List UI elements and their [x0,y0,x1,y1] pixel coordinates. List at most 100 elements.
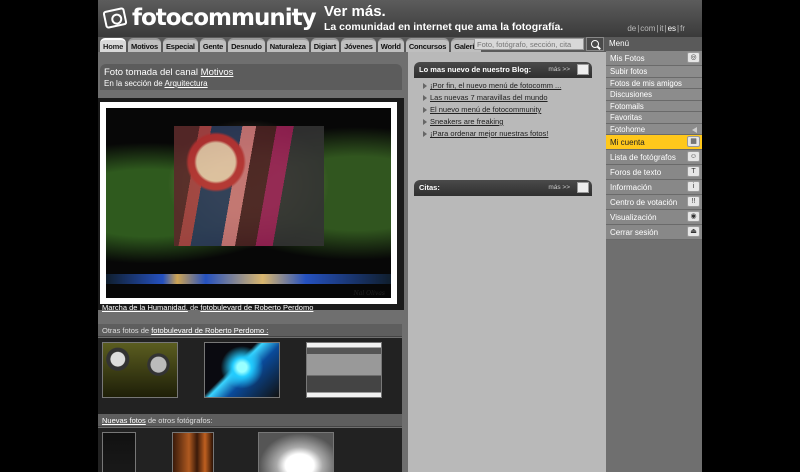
tab-concursos[interactable]: Concursos [405,38,450,52]
menu-title: Menú [606,37,702,51]
new-photos-link[interactable]: Nuevas fotos [102,416,146,425]
slogan-title: Ver más. [324,3,386,20]
left-column: Foto tomada del canal Motivos En la secc… [98,62,404,472]
lang-fr[interactable]: fr [680,24,685,33]
blog-item-link[interactable]: El nuevo menú de fotocommunity [430,105,541,114]
blog-icon[interactable] [577,64,589,75]
eye-icon: ◉ [687,211,700,222]
blog-item-link[interactable]: Sneakers are freaking [430,117,503,126]
mural [174,126,324,246]
grid-icon: ▦ [687,136,700,147]
menu-fotohome[interactable]: Fotohome [606,123,702,135]
lang-it[interactable]: it [660,24,664,33]
blog-more-link[interactable]: más >> [548,66,570,73]
tab-desnudo[interactable]: Desnudo [228,38,265,52]
fotocommunity-logo[interactable]: fotocommunity [102,3,317,33]
side-menu: Menú Mis Fotos ◎ Subir fotos Fotos de mi… [606,37,702,472]
featured-photo-area: Nal Olivas [98,98,404,310]
section-prefix: En la sección de [104,79,165,88]
photo-caption: Marcha de la Humanidad. de fotobulevard … [102,303,313,312]
other-photo-thumbnail[interactable] [204,342,280,398]
tab-motivos[interactable]: Motivos [128,38,161,52]
blog-list: ¡Por fin, el nuevo menú de fotocomm ... … [422,80,598,140]
blog-item: Sneakers are freaking [422,116,598,128]
citas-more-link[interactable]: más >> [548,184,570,191]
blog-item-link[interactable]: Las nuevas 7 maravillas del mundo [430,93,548,102]
menu-lista-fotografos[interactable]: Lista de fotógrafos ☺ [606,150,702,165]
channel-line: Foto tomada del canal Motivos [104,67,398,78]
lang-com[interactable]: com [640,24,655,33]
other-photos-prefix: Otras fotos de [102,326,152,335]
menu-mi-cuenta[interactable]: Mi cuenta ▦ [606,135,702,150]
blog-item: ¡Para ordenar mejor nuestras fotos! [422,128,598,140]
exclamation-icon: !! [687,196,700,207]
other-photos-strip [98,338,402,414]
menu-fotomails[interactable]: Fotomails [606,100,702,112]
blog-item: El nuevo menú de fotocommunity [422,104,598,116]
search-input[interactable] [474,38,584,50]
photo-title-link[interactable]: Marcha de la Humanidad. [102,303,188,312]
menu-visualizacion[interactable]: Visualización ◉ [606,210,702,225]
menu-cerrar-sesion[interactable]: Cerrar sesión ⏏ [606,225,702,240]
other-photos-header: Otras fotos de fotobulevard de Roberto P… [98,324,402,337]
menu-mis-fotos-label: Mis Fotos [610,54,645,63]
blog-item: ¡Por fin, el nuevo menú de fotocomm ... [422,80,598,92]
featured-photo-image: Nal Olivas [106,108,391,298]
menu-foros-label: Foros de texto [610,168,662,177]
menu-centro-votacion[interactable]: Centro de votación !! [606,195,702,210]
new-photo-thumbnail[interactable] [258,432,334,472]
other-photo-thumbnail[interactable] [102,342,178,398]
eject-icon: ⏏ [687,226,700,237]
blog-item-link[interactable]: ¡Por fin, el nuevo menú de fotocomm ... [430,81,561,90]
search-button[interactable] [586,37,604,51]
blog-header: Lo mas nuevo de nuestro Blog: más >> [414,62,592,78]
tab-gente[interactable]: Gente [199,38,227,52]
other-photos-author-link[interactable]: fotobulevard de Roberto Perdomo : [151,326,268,335]
camera-icon: ◎ [687,52,700,63]
blog-item: Las nuevas 7 maravillas del mundo [422,92,598,104]
menu-mis-fotos[interactable]: Mis Fotos ◎ [606,51,702,66]
featured-photo[interactable]: Nal Olivas [100,102,397,304]
menu-mi-cuenta-label: Mi cuenta [610,138,645,147]
menu-favoritas[interactable]: Favoritas [606,112,702,124]
blog-title: Lo mas nuevo de nuestro Blog: [419,65,532,74]
tab-naturaleza[interactable]: Naturaleza [266,38,309,52]
photo-signature: Nal Olivas [353,290,385,297]
header: fotocommunity Ver más. La comunidad en i… [98,0,702,37]
citas-header: Citas: más >> [414,180,592,196]
tab-jovenes[interactable]: Jóvenes [341,38,376,52]
tab-digiart[interactable]: Digiart [310,38,340,52]
menu-fotos-amigos[interactable]: Fotos de mis amigos [606,77,702,89]
menu-informacion[interactable]: Información i [606,180,702,195]
citas-icon[interactable] [577,182,589,193]
new-photos-suffix: de otros fotógrafos: [145,416,213,425]
blog-item-link[interactable]: ¡Para ordenar mejor nuestras fotos! [430,129,548,138]
language-switcher: de|com|it|es|fr [627,24,685,33]
collapse-arrow-icon[interactable] [692,126,697,133]
camera-icon [102,6,128,30]
search-icon [591,40,599,48]
new-photo-thumbnail[interactable] [172,432,214,472]
lang-de[interactable]: de [627,24,636,33]
menu-subir-fotos[interactable]: Subir fotos [606,66,702,78]
lang-es[interactable]: es [668,24,676,33]
tab-especial[interactable]: Especial [162,38,198,52]
night-lights [106,274,391,284]
tab-world[interactable]: World [377,38,404,52]
caption-connector: de [187,303,201,312]
menu-foros-texto[interactable]: Foros de texto T [606,165,702,180]
tab-home[interactable]: Home [100,38,127,52]
menu-informacion-label: Información [610,183,652,192]
citas-title: Citas: [419,183,440,192]
menu-discusiones[interactable]: Discusiones [606,89,702,101]
photo-author-link[interactable]: fotobulevard de Roberto Perdomo [200,303,313,312]
section-link[interactable]: Arquitectura [164,79,207,88]
menu-fotohome-label: Fotohome [610,124,646,134]
new-photo-thumbnail[interactable] [102,432,136,472]
middle-column: Lo mas nuevo de nuestro Blog: más >> ¡Po… [404,52,606,472]
slogan: Ver más. La comunidad en internet que am… [324,3,563,33]
menu-votacion-label: Centro de votación [610,198,678,207]
tab-bar: Home Motivos Especial Gente Desnudo Natu… [100,38,482,52]
other-photo-thumbnail[interactable] [306,342,382,398]
channel-link[interactable]: Motivos [201,67,234,78]
